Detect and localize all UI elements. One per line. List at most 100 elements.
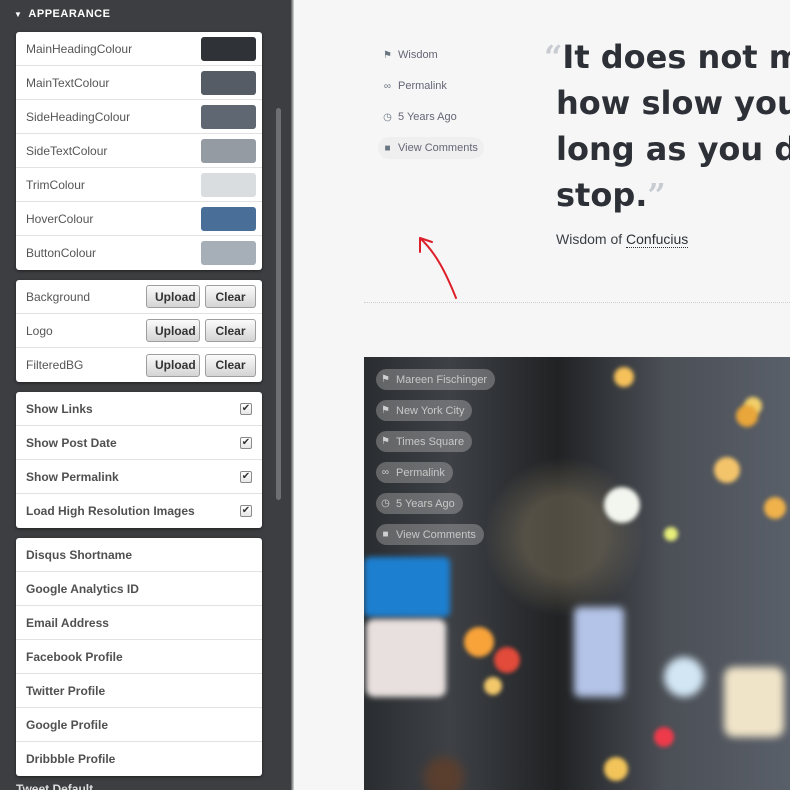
setting-label: HoverColour xyxy=(26,211,94,226)
setting-row-side-text-colour: SideTextColour xyxy=(16,134,262,168)
meta-text: Permalink xyxy=(398,80,447,92)
tag-text: New York City xyxy=(396,404,465,417)
colour-swatch[interactable] xyxy=(201,36,256,61)
attribution-prefix: Wisdom of xyxy=(556,231,623,247)
setting-label: MainHeadingColour xyxy=(26,41,133,56)
setting-label: Twitter Profile xyxy=(26,683,106,698)
setting-label: Google Analytics ID xyxy=(26,581,139,596)
setting-row-tweet-default[interactable]: Tweet Default xyxy=(16,782,93,790)
setting-row-facebook[interactable]: Facebook Profile xyxy=(16,640,262,674)
load-high-res-checkbox[interactable]: ✔ xyxy=(240,505,252,517)
clock-icon: ◷ xyxy=(383,111,392,123)
setting-label: Show Permalink xyxy=(26,469,119,484)
photo-date: ◷ 5 Years Ago xyxy=(376,493,463,514)
setting-row-email[interactable]: Email Address xyxy=(16,606,262,640)
post-comments-link[interactable]: ■ View Comments xyxy=(378,137,484,159)
post-date: ◷ 5 Years Ago xyxy=(378,106,463,128)
tag-text: Permalink xyxy=(396,466,445,479)
tag-text: Times Square xyxy=(396,435,465,448)
tag-icon: ⚑ xyxy=(381,436,390,447)
collapse-triangle-icon: ▼ xyxy=(14,9,23,19)
quote-line-text: stop. xyxy=(556,176,648,214)
setting-row-dribbble[interactable]: Dribbble Profile xyxy=(16,742,262,776)
colour-swatch[interactable] xyxy=(201,138,256,163)
filtered-bg-upload-button[interactable]: Upload xyxy=(146,353,200,377)
quote-line: long as you d xyxy=(544,126,790,172)
setting-row-google-analytics[interactable]: Google Analytics ID xyxy=(16,572,262,606)
profile-settings-panel: Disqus Shortname Google Analytics ID Ema… xyxy=(16,538,262,776)
blog-preview: ⚑ Wisdom ∞ Permalink ◷ 5 Years Ago ■ Vie… xyxy=(294,0,790,790)
setting-row-main-heading-colour: MainHeadingColour xyxy=(16,32,262,66)
setting-row-show-post-date: Show Post Date ✔ xyxy=(16,426,262,460)
setting-label: Logo xyxy=(26,323,53,338)
open-quote-mark: “ xyxy=(544,38,563,76)
setting-label: Dribbble Profile xyxy=(26,752,116,766)
meta-text: View Comments xyxy=(398,142,478,154)
post-category-link[interactable]: ⚑ Wisdom xyxy=(378,44,444,66)
background-clear-button[interactable]: Clear xyxy=(205,285,256,308)
photo-tag-city[interactable]: ⚑ New York City xyxy=(376,400,473,421)
setting-label: Show Links xyxy=(26,401,93,416)
quote-line-text: long as you d xyxy=(556,130,790,168)
meta-text: Wisdom xyxy=(398,49,438,61)
tag-text: 5 Years Ago xyxy=(396,497,455,510)
photo-comments-link[interactable]: ■ View Comments xyxy=(376,524,484,545)
colour-swatch[interactable] xyxy=(201,241,256,265)
photo-tag-author[interactable]: ⚑ Mareen Fischinger xyxy=(376,369,496,390)
show-permalink-checkbox[interactable]: ✔ xyxy=(240,470,252,483)
colour-swatch[interactable] xyxy=(201,172,256,197)
tag-text: Mareen Fischinger xyxy=(396,373,488,386)
colour-swatch[interactable] xyxy=(201,70,256,95)
setting-label: SideTextColour xyxy=(26,143,108,158)
section-title: APPEARANCE xyxy=(28,8,111,20)
quote-line: “It does not m xyxy=(544,34,790,80)
show-post-date-checkbox[interactable]: ✔ xyxy=(240,436,252,449)
close-quote-mark: ” xyxy=(647,176,666,214)
clock-icon: ◷ xyxy=(381,498,390,509)
display-toggles-panel: Show Links ✔ Show Post Date ✔ Show Perma… xyxy=(16,392,262,528)
setting-label: Email Address xyxy=(26,615,109,630)
logo-upload-button[interactable]: Upload xyxy=(146,319,200,342)
logo-clear-button[interactable]: Clear xyxy=(205,319,256,342)
sidebar-scrollbar[interactable] xyxy=(276,108,281,500)
setting-row-main-text-colour: MainTextColour xyxy=(16,66,262,100)
quote-line-text: It does not m xyxy=(562,38,790,76)
appearance-section-header[interactable]: ▼ APPEARANCE xyxy=(14,6,110,22)
post-divider xyxy=(364,302,790,303)
setting-row-show-links: Show Links ✔ xyxy=(16,392,262,426)
photo-tag-location[interactable]: ⚑ Times Square xyxy=(376,431,473,452)
quote-attribution: Wisdom of Confucius xyxy=(556,231,689,248)
post-photo[interactable]: ⚑ Mareen Fischinger ⚑ New York City ⚑ Ti… xyxy=(364,357,790,790)
comment-icon: ■ xyxy=(382,529,389,540)
setting-row-load-high-res: Load High Resolution Images ✔ xyxy=(16,494,262,528)
photo-permalink-link[interactable]: ∞ Permalink xyxy=(376,462,453,483)
setting-row-google-profile[interactable]: Google Profile xyxy=(16,708,262,742)
filtered-bg-clear-button[interactable]: Clear xyxy=(205,353,256,377)
post-permalink-link[interactable]: ∞ Permalink xyxy=(378,75,453,97)
background-upload-button[interactable]: Upload xyxy=(146,285,200,308)
setting-label: Google Profile xyxy=(26,717,109,732)
setting-label: Facebook Profile xyxy=(26,649,123,664)
setting-row-show-permalink: Show Permalink ✔ xyxy=(16,460,262,494)
red-arrow-annotation xyxy=(419,237,457,299)
setting-label: MainTextColour xyxy=(26,75,110,90)
quote-line: stop.” xyxy=(544,172,790,218)
setting-label: ButtonColour xyxy=(26,246,97,260)
setting-row-side-heading-colour: SideHeadingColour xyxy=(16,100,262,134)
setting-row-twitter[interactable]: Twitter Profile xyxy=(16,674,262,708)
setting-row-button-colour: ButtonColour xyxy=(16,236,262,270)
setting-row-background: Background Upload Clear xyxy=(16,280,262,314)
setting-label: Load High Resolution Images xyxy=(26,504,195,518)
meta-text: 5 Years Ago xyxy=(398,111,457,123)
colour-swatch[interactable] xyxy=(201,206,256,231)
author-link[interactable]: Confucius xyxy=(626,231,689,248)
settings-sidebar: ▼ APPEARANCE MainHeadingColour MainTextC… xyxy=(0,0,292,790)
tag-text: View Comments xyxy=(396,528,476,541)
setting-label: Show Post Date xyxy=(26,435,117,450)
tag-icon: ⚑ xyxy=(383,49,392,61)
setting-row-disqus[interactable]: Disqus Shortname xyxy=(16,538,262,572)
show-links-checkbox[interactable]: ✔ xyxy=(240,402,252,415)
colour-swatch[interactable] xyxy=(201,104,256,129)
tag-icon: ⚑ xyxy=(381,405,390,416)
quote-line: how slow you xyxy=(544,80,790,126)
